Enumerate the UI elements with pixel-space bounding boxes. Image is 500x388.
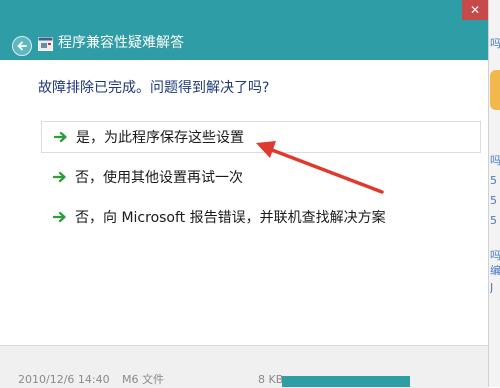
background-char: 吗 bbox=[490, 155, 500, 167]
background-orange-icon bbox=[490, 70, 500, 110]
option-label: 是，为此程序保存这些设置 bbox=[76, 130, 244, 146]
result-question: 故障排除已完成。问题得到解决了吗? bbox=[38, 80, 270, 96]
compatibility-troubleshooter-dialog: ✕ 程序兼容性疑难解答 故障排除已完成。问题得到解决了吗? 是，为此程序保存这些… bbox=[0, 0, 488, 388]
background-char: 吗 bbox=[490, 250, 500, 262]
green-arrow-icon bbox=[53, 211, 66, 223]
background-char: 5 bbox=[490, 215, 497, 227]
option-report-error[interactable]: 否，向 Microsoft 报告错误，并联机查找解决方案 bbox=[41, 201, 481, 233]
background-file-row: 2010/12/6 14:40 M6 文件 8 KB bbox=[0, 373, 488, 387]
background-size: 8 KB bbox=[258, 373, 284, 386]
background-char: 吗 bbox=[490, 38, 500, 50]
titlebar: ✕ 程序兼容性疑难解答 bbox=[0, 0, 488, 60]
green-arrow-icon bbox=[54, 131, 67, 143]
background-date: 2010/12/6 14:40 bbox=[18, 373, 110, 386]
close-button[interactable]: ✕ bbox=[462, 0, 488, 20]
background-type: M6 文件 bbox=[122, 373, 164, 386]
background-progress-bar bbox=[282, 376, 410, 387]
content-area: 故障排除已完成。问题得到解决了吗? 是，为此程序保存这些设置 否，使用其他设置再… bbox=[8, 60, 488, 345]
option-label: 否，使用其他设置再试一次 bbox=[75, 170, 243, 186]
troubleshooter-app-icon bbox=[38, 37, 53, 51]
background-char: 5 bbox=[490, 175, 497, 187]
window-title: 程序兼容性疑难解答 bbox=[58, 35, 184, 51]
background-char: 5 bbox=[490, 195, 497, 207]
background-char: J bbox=[490, 282, 494, 294]
green-arrow-icon bbox=[53, 171, 66, 183]
background-window-edge: 吗 吗 5 5 5 吗 编 J bbox=[488, 0, 500, 387]
option-try-again[interactable]: 否，使用其他设置再试一次 bbox=[41, 161, 481, 193]
option-label: 否，向 Microsoft 报告错误，并联机查找解决方案 bbox=[75, 210, 386, 226]
back-arrow-icon bbox=[17, 41, 27, 51]
option-save-settings[interactable]: 是，为此程序保存这些设置 bbox=[41, 121, 481, 153]
close-icon: ✕ bbox=[469, 3, 481, 17]
back-button[interactable] bbox=[12, 36, 32, 56]
background-char: 编 bbox=[490, 265, 500, 277]
